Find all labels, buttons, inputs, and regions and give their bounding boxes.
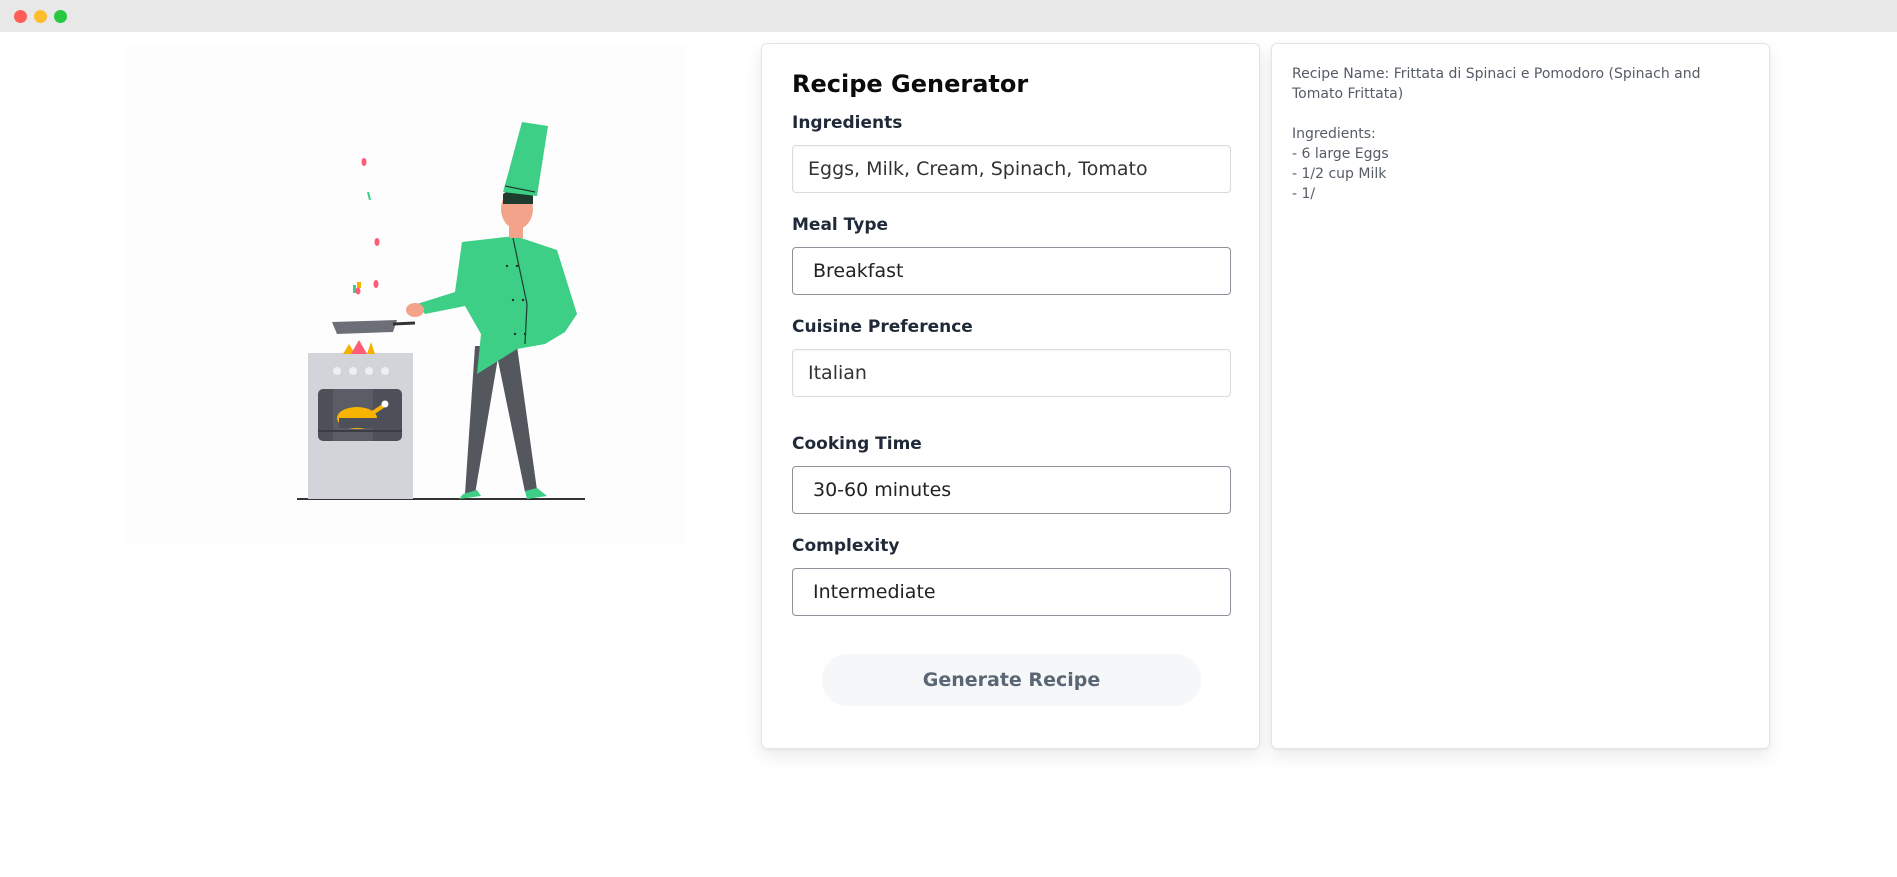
result-line: - 6 large Eggs bbox=[1292, 146, 1389, 162]
result-line bbox=[1292, 104, 1752, 124]
complexity-label: Complexity bbox=[792, 536, 900, 556]
recipe-result-card: Recipe Name: Frittata di Spinaci e Pomod… bbox=[1271, 43, 1770, 749]
result-line: Ingredients: bbox=[1292, 126, 1376, 142]
window-titlebar bbox=[0, 0, 1897, 32]
ingredients-input[interactable]: Eggs, Milk, Cream, Spinach, Tomato bbox=[792, 145, 1231, 193]
cooking-time-value: 30-60 minutes bbox=[813, 479, 952, 501]
chef-illustration-svg bbox=[297, 122, 585, 500]
complexity-select[interactable]: Intermediate bbox=[792, 568, 1231, 616]
minimize-window-button[interactable] bbox=[34, 10, 47, 23]
ingredients-value: Eggs, Milk, Cream, Spinach, Tomato bbox=[808, 158, 1148, 180]
meal-type-value: Breakfast bbox=[813, 260, 904, 282]
chef-cooking-illustration bbox=[125, 44, 685, 544]
cuisine-preference-label: Cuisine Preference bbox=[792, 317, 973, 337]
ingredients-label: Ingredients bbox=[792, 113, 903, 133]
cuisine-preference-input[interactable]: Italian bbox=[792, 349, 1231, 397]
close-window-button[interactable] bbox=[14, 10, 27, 23]
form-title: Recipe Generator bbox=[792, 70, 1029, 98]
cuisine-preference-value: Italian bbox=[808, 362, 867, 384]
cooking-time-label: Cooking Time bbox=[792, 434, 922, 454]
complexity-value: Intermediate bbox=[813, 581, 936, 603]
generate-recipe-button[interactable]: Generate Recipe bbox=[822, 654, 1201, 706]
meal-type-label: Meal Type bbox=[792, 215, 889, 235]
meal-type-select[interactable]: Breakfast bbox=[792, 247, 1231, 295]
recipe-result-text: Recipe Name: Frittata di Spinaci e Pomod… bbox=[1292, 64, 1752, 204]
cooking-time-select[interactable]: 30-60 minutes bbox=[792, 466, 1231, 514]
result-line: - 1/ bbox=[1292, 186, 1316, 202]
result-line: Recipe Name: Frittata di Spinaci e Pomod… bbox=[1292, 66, 1701, 102]
result-line: - 1/2 cup Milk bbox=[1292, 166, 1387, 182]
maximize-window-button[interactable] bbox=[54, 10, 67, 23]
recipe-form-card: Recipe Generator Ingredients Eggs, Milk,… bbox=[761, 43, 1260, 749]
